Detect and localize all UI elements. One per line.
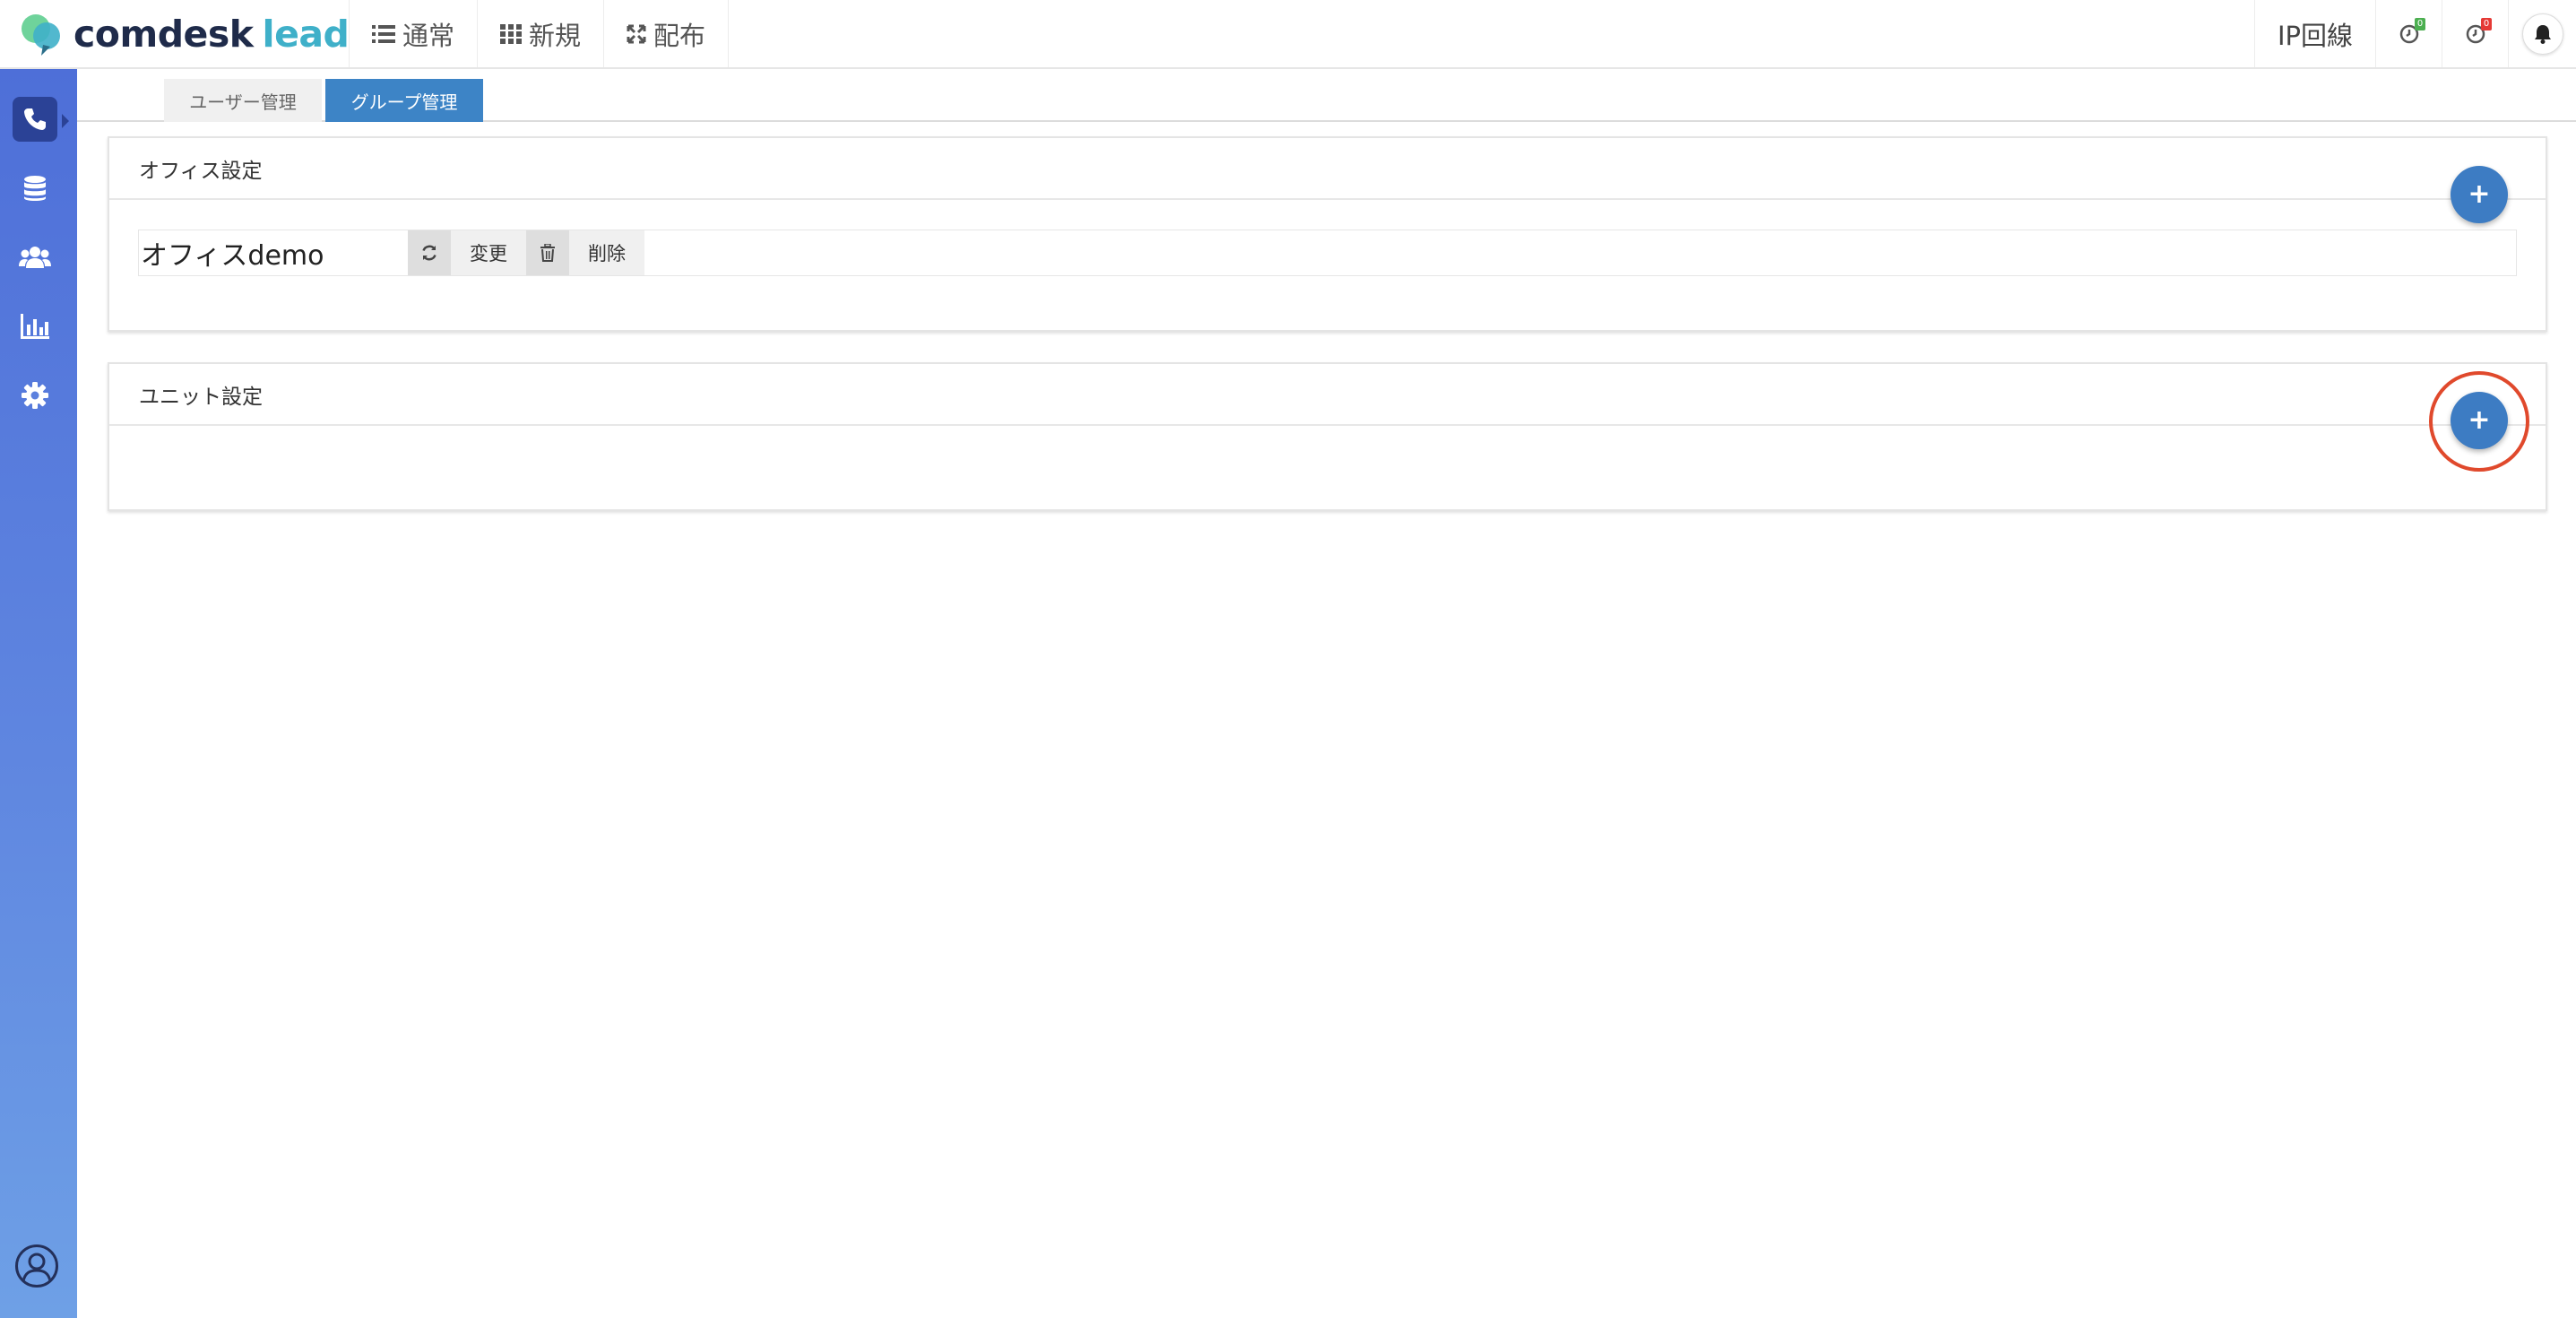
user-avatar-button[interactable] [15, 1244, 58, 1288]
brand-name-primary: comdesk [73, 12, 254, 56]
timer-green-badge: 0 [2415, 18, 2425, 30]
office-row: オフィスdemo 変更 削除 [138, 230, 2517, 276]
unit-settings-title: ユニット設定 [109, 364, 2546, 426]
ip-line-label: IP回線 [2277, 20, 2354, 51]
timer-red-badge: 0 [2481, 18, 2492, 30]
unit-settings-panel: ユニット設定 [108, 362, 2547, 511]
notifications-button[interactable] [2508, 0, 2576, 67]
ip-line-button[interactable]: IP回線 [2254, 0, 2375, 67]
office-settings-panel: オフィス設定 オフィスdemo 変更 削除 [108, 136, 2547, 332]
nav-item-label: 新規 [529, 20, 582, 51]
sidebar-item-reports[interactable] [13, 304, 57, 349]
users-icon [19, 247, 51, 268]
bell-icon [2534, 24, 2551, 44]
office-delete-icon-button[interactable] [526, 230, 569, 275]
trash-icon [540, 244, 555, 262]
office-name: オフィスdemo [141, 240, 324, 272]
user-avatar-icon [22, 1253, 52, 1282]
phone-icon [24, 108, 46, 130]
sidebar [0, 69, 77, 1318]
top-bar: comdesk lead 通常 新規 配布 IP回線 0 0 [0, 0, 2576, 69]
gear-icon [22, 382, 48, 409]
office-settings-title: オフィス設定 [109, 138, 2546, 200]
nav-item-normal[interactable]: 通常 [350, 0, 479, 67]
active-indicator [62, 114, 69, 128]
office-change-button[interactable]: 変更 [451, 230, 526, 275]
bell-button[interactable] [2521, 13, 2563, 55]
database-icon [24, 176, 46, 201]
bar-chart-icon [21, 314, 49, 339]
office-change-icon-button[interactable] [408, 230, 451, 275]
tab-user-management[interactable]: ユーザー管理 [164, 79, 322, 122]
add-office-button[interactable]: + [2451, 166, 2508, 223]
list-icon [372, 24, 395, 43]
brand-name-secondary: lead [262, 12, 350, 56]
sidebar-item-phone[interactable] [13, 97, 57, 142]
nav-item-distribute[interactable]: 配布 [604, 0, 730, 67]
sidebar-item-settings[interactable] [13, 373, 57, 418]
add-unit-button[interactable]: + [2451, 392, 2508, 449]
nav-item-new[interactable]: 新規 [478, 0, 605, 67]
refresh-icon [422, 245, 437, 261]
timer-red-button[interactable]: 0 [2442, 0, 2508, 67]
logo-icon [20, 11, 65, 57]
grid-icon [500, 23, 523, 44]
tab-bar: ユーザー管理 グループ管理 [77, 79, 2576, 122]
sidebar-item-database[interactable] [13, 166, 57, 211]
office-delete-button[interactable]: 削除 [569, 230, 644, 275]
nav-item-label: 配布 [653, 20, 706, 51]
nav-item-label: 通常 [402, 20, 455, 51]
tab-group-management[interactable]: グループ管理 [325, 79, 483, 122]
expand-icon [627, 24, 646, 43]
timer-green-button[interactable]: 0 [2375, 0, 2442, 67]
brand-logo[interactable]: comdesk lead [0, 0, 350, 67]
brand-name: comdesk lead [73, 12, 350, 56]
sidebar-item-users[interactable] [13, 235, 57, 280]
